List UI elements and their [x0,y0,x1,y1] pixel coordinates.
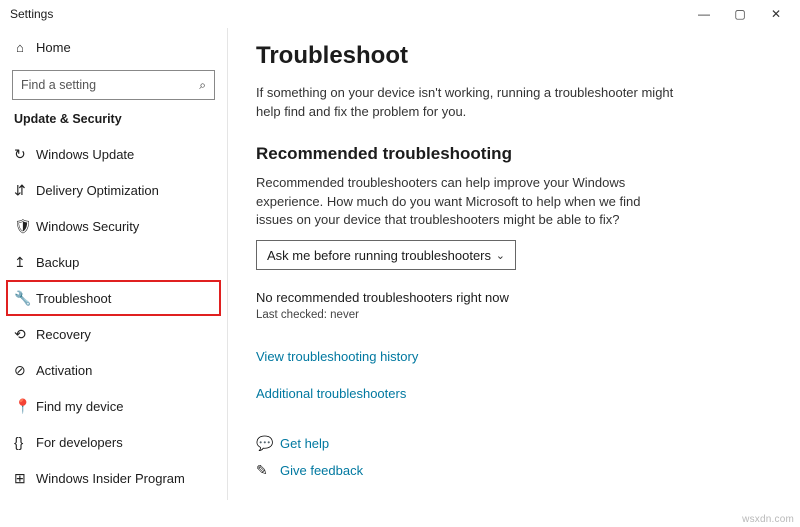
sidebar-item-recovery[interactable]: ⟲ Recovery [0,316,227,352]
sidebar-item-label: Windows Security [36,219,139,234]
wrench-icon: 🔧 [14,290,36,307]
sidebar-item-label: Backup [36,255,79,270]
search-icon: ⌕ [199,78,206,93]
home-nav[interactable]: ⌂ Home [0,30,227,64]
shield-icon: 🛡 [14,218,36,235]
sidebar-item-windows-update[interactable]: ↻ Windows Update [0,136,227,172]
view-history-link[interactable]: View troubleshooting history [256,349,418,364]
sidebar-item-label: Delivery Optimization [36,183,159,198]
dropdown-value: Ask me before running troubleshooters [267,248,496,263]
minimize-button[interactable]: — [686,0,722,28]
give-feedback-row[interactable]: ✎ Give feedback [256,462,770,479]
location-icon: 📍 [14,398,36,415]
status-text: No recommended troubleshooters right now [256,290,770,305]
sidebar-item-activation[interactable]: ⊘ Activation [0,352,227,388]
chevron-down-icon: ⌄ [496,249,505,262]
close-button[interactable]: ✕ [758,0,794,28]
additional-troubleshooters-link[interactable]: Additional troubleshooters [256,386,406,401]
code-icon: {} [14,434,36,450]
title-bar: Settings — ▢ ✕ [0,0,800,28]
sidebar: ⌂ Home Find a setting ⌕ Update & Securit… [0,28,228,500]
sidebar-item-for-developers[interactable]: {} For developers [0,424,227,460]
sidebar-item-label: Recovery [36,327,91,342]
last-checked-text: Last checked: never [256,309,770,321]
page-lead: If something on your device isn't workin… [256,84,676,122]
sidebar-item-label: Windows Insider Program [36,471,185,486]
get-help-row[interactable]: 💬 Get help [256,435,770,452]
page-title: Troubleshoot [256,42,770,70]
help-icon: 💬 [256,435,280,452]
sidebar-item-windows-insider[interactable]: ⊞ Windows Insider Program [0,460,227,496]
sidebar-item-find-my-device[interactable]: 📍 Find my device [0,388,227,424]
sidebar-item-delivery-optimization[interactable]: ⇵ Delivery Optimization [0,172,227,208]
home-label: Home [36,40,71,55]
backup-icon: ↥ [14,254,36,271]
window-title: Settings [10,7,53,21]
window-controls: — ▢ ✕ [686,0,794,28]
main-panel: Troubleshoot If something on your device… [228,28,800,500]
search-placeholder: Find a setting [21,78,199,92]
watermark: wsxdn.com [742,514,794,525]
activation-icon: ⊘ [14,362,36,379]
sidebar-item-backup[interactable]: ↥ Backup [0,244,227,280]
get-help-link: Get help [280,436,329,451]
section-heading: Update & Security [0,110,227,136]
recovery-icon: ⟲ [14,326,36,343]
sidebar-item-label: Find my device [36,399,123,414]
give-feedback-link: Give feedback [280,463,363,478]
recommended-heading: Recommended troubleshooting [256,144,770,164]
network-icon: ⇵ [14,182,36,199]
sidebar-item-label: Windows Update [36,147,134,162]
sidebar-item-label: Activation [36,363,92,378]
recommended-description: Recommended troubleshooters can help imp… [256,174,676,231]
sidebar-item-label: For developers [36,435,123,450]
insider-icon: ⊞ [14,470,36,487]
sidebar-item-label: Troubleshoot [36,291,111,306]
maximize-button[interactable]: ▢ [722,0,758,28]
feedback-icon: ✎ [256,462,280,479]
search-input[interactable]: Find a setting ⌕ [12,70,215,100]
sidebar-item-troubleshoot[interactable]: 🔧 Troubleshoot [0,280,227,316]
sidebar-item-windows-security[interactable]: 🛡 Windows Security [0,208,227,244]
troubleshoot-preference-dropdown[interactable]: Ask me before running troubleshooters ⌄ [256,240,516,270]
refresh-icon: ↻ [14,146,36,163]
home-icon: ⌂ [16,40,36,55]
